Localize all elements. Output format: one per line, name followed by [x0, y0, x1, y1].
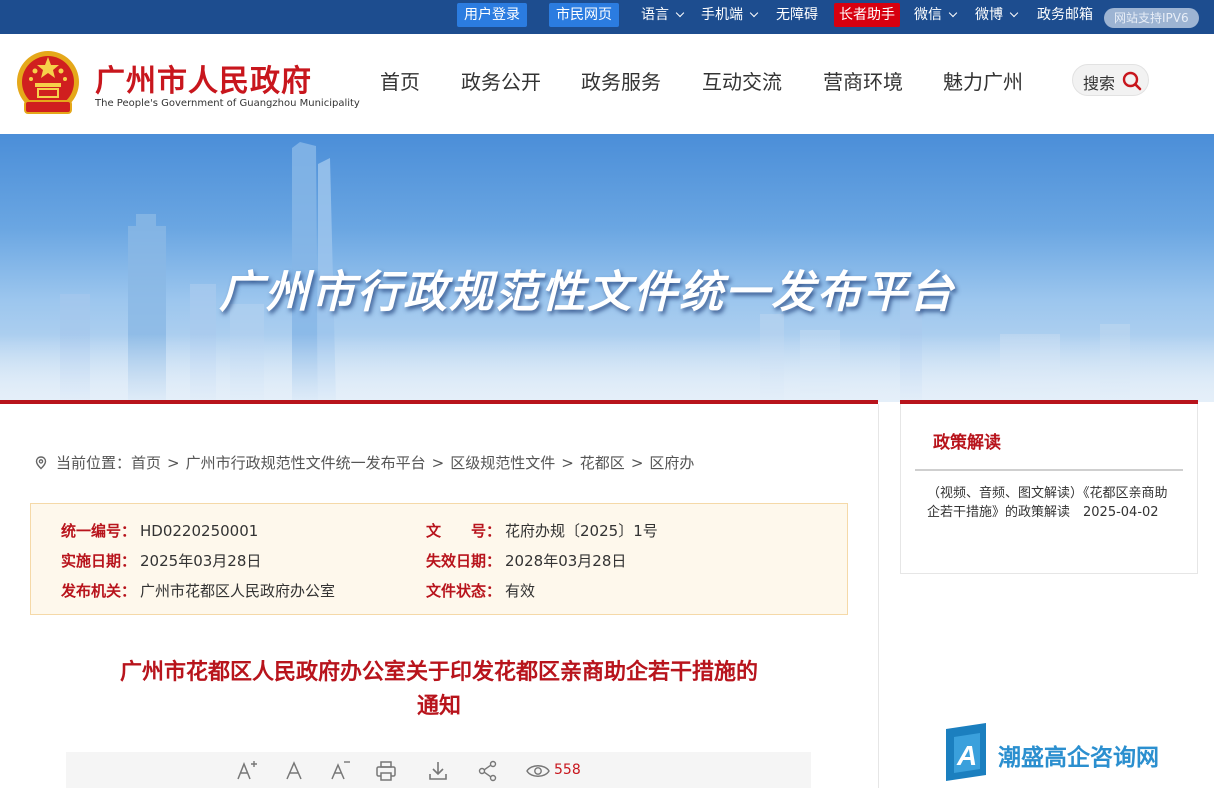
document-toolbar: 558 [66, 752, 811, 788]
gov-mail-link[interactable]: 政务邮箱 [1037, 3, 1093, 27]
search-icon [1122, 71, 1142, 91]
info-code: 统一编号：HD0220250001 [61, 520, 258, 541]
font-reset-icon[interactable] [282, 759, 306, 783]
breadcrumb-home[interactable]: 首页 [131, 454, 161, 472]
info-code-value: HD0220250001 [140, 522, 258, 540]
info-issuer-value: 广州市花都区人民政府办公室 [140, 582, 335, 600]
national-emblem-icon [15, 49, 81, 119]
svg-text:A: A [956, 740, 977, 771]
info-doc-no-value: 花府办规〔2025〕1号 [505, 522, 658, 540]
watermark-text: 潮盛高企咨询网 [998, 738, 1159, 772]
page-banner: 广州市行政规范性文件统一发布平台 [0, 134, 1214, 402]
policy-interpretation-panel: 政策解读 （视频、音频、图文解读）《花都区亲商助企若干措施》的政策解读 2025… [900, 404, 1198, 574]
section-divider [0, 400, 878, 404]
chevron-down-icon [750, 9, 758, 17]
watermark-logo-icon: A [946, 723, 986, 781]
document-title-line1: 广州市花都区人民政府办公室关于印发花都区亲商助企若干措施的 [70, 656, 808, 690]
citizen-page-button[interactable]: 市民网页 [549, 3, 619, 27]
document-title: 广州市花都区人民政府办公室关于印发花都区亲商助企若干措施的 通知 [70, 656, 808, 724]
info-status-label: 文件状态： [426, 582, 501, 600]
nav-item-services[interactable]: 政务服务 [581, 66, 661, 95]
nav-item-home[interactable]: 首页 [380, 66, 420, 95]
breadcrumb-district-docs[interactable]: 区级规范性文件 [450, 454, 555, 472]
font-decrease-icon[interactable] [328, 759, 352, 783]
search-label: 搜索 [1083, 70, 1115, 94]
chevron-down-icon [676, 9, 684, 17]
chevron-down-icon [1010, 9, 1018, 17]
site-subtitle: The People's Government of Guangzhou Mun… [95, 98, 360, 109]
info-expire-value: 2028年03月28日 [505, 552, 626, 570]
nav-item-business[interactable]: 营商环境 [823, 66, 903, 95]
breadcrumb-platform[interactable]: 广州市行政规范性文件统一发布平台 [186, 454, 426, 472]
location-pin-icon [34, 456, 48, 470]
language-menu[interactable]: 语言 [641, 3, 683, 27]
nav-item-interaction[interactable]: 互动交流 [702, 66, 782, 95]
breadcrumb-label: 当前位置： [56, 454, 131, 472]
breadcrumb: 当前位置：首页 > 广州市行政规范性文件统一发布平台 > 区级规范性文件 > 花都区 > 区府办 [34, 452, 694, 473]
info-status: 文件状态：有效 [426, 580, 535, 601]
weibo-menu[interactable]: 微博 [975, 3, 1017, 27]
info-expire: 失效日期：2028年03月28日 [426, 550, 626, 571]
breadcrumb-separator: > [631, 454, 644, 472]
wechat-label: 微信 [914, 7, 942, 23]
info-doc-no: 文 号：花府办规〔2025〕1号 [426, 520, 658, 541]
print-icon[interactable] [374, 759, 398, 783]
breadcrumb-separator: > [432, 454, 445, 472]
login-button[interactable]: 用户登录 [457, 3, 527, 27]
info-effective-value: 2025年03月28日 [140, 552, 261, 570]
info-doc-no-label: 文 号： [426, 522, 501, 540]
breadcrumb-office[interactable]: 区府办 [649, 454, 694, 472]
elder-assist-button[interactable]: 长者助手 [834, 3, 900, 27]
document-title-line2: 通知 [70, 690, 808, 724]
banner-title: 广州市行政规范性文件统一发布平台 [0, 256, 1214, 320]
info-status-value: 有效 [505, 582, 535, 600]
breadcrumb-separator: > [561, 454, 574, 472]
chevron-down-icon [949, 9, 957, 17]
nav-item-charm[interactable]: 魅力广州 [943, 66, 1023, 95]
sidebar-title: 政策解读 [933, 428, 1001, 453]
sidebar-divider [915, 469, 1183, 471]
info-issuer-label: 发布机关： [61, 582, 136, 600]
site-header: 广州市人民政府 The People's Government of Guang… [0, 34, 1214, 134]
column-divider [878, 404, 879, 788]
font-increase-icon[interactable] [234, 759, 258, 783]
top-utility-bar: 用户登录 市民网页 语言 手机端 无障碍 长者助手 微信 微博 政务邮箱 网站支… [0, 0, 1214, 34]
breadcrumb-separator: > [167, 454, 180, 472]
share-icon[interactable] [476, 759, 500, 783]
info-code-label: 统一编号： [61, 522, 136, 540]
policy-interpretation-link[interactable]: （视频、音频、图文解读）《花都区亲商助企若干措施》的政策解读 2025-04-0… [927, 484, 1175, 522]
document-info-panel: 统一编号：HD0220250001 文 号：花府办规〔2025〕1号 实施日期：… [30, 503, 848, 615]
site-title[interactable]: 广州市人民政府 [95, 56, 312, 100]
info-effective-label: 实施日期： [61, 552, 136, 570]
weibo-label: 微博 [975, 7, 1003, 23]
info-effective: 实施日期：2025年03月28日 [61, 550, 261, 571]
wechat-menu[interactable]: 微信 [914, 3, 956, 27]
ipv6-badge: 网站支持IPV6 [1104, 8, 1199, 28]
mobile-label: 手机端 [701, 7, 743, 23]
search-button[interactable]: 搜索 [1072, 64, 1149, 96]
accessibility-link[interactable]: 无障碍 [776, 3, 818, 27]
mobile-menu[interactable]: 手机端 [701, 3, 757, 27]
nav-item-gov-affairs[interactable]: 政务公开 [461, 66, 541, 95]
view-count: 558 [554, 762, 581, 778]
download-icon[interactable] [426, 759, 450, 783]
language-label: 语言 [641, 7, 669, 23]
breadcrumb-huadu[interactable]: 花都区 [580, 454, 625, 472]
eye-icon [526, 759, 550, 783]
info-expire-label: 失效日期： [426, 552, 501, 570]
info-issuer: 发布机关：广州市花都区人民政府办公室 [61, 580, 335, 601]
